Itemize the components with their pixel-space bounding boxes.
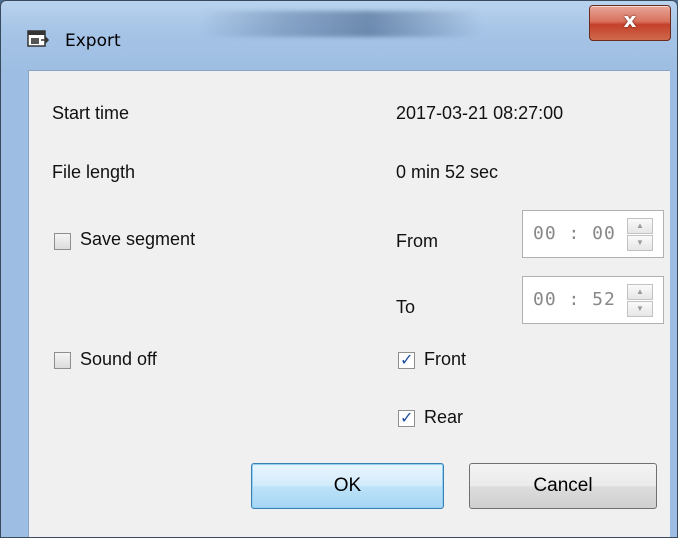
cancel-button[interactable]: Cancel — [469, 463, 657, 509]
sound-off-label[interactable]: Sound off — [80, 349, 157, 370]
from-time-input[interactable]: 00 : 00 ▲ ▼ — [522, 210, 664, 258]
title-bar[interactable]: Export x — [1, 1, 677, 51]
close-button[interactable]: x — [589, 5, 671, 41]
to-time-value: 00 : 52 — [533, 289, 616, 310]
close-icon: x — [623, 8, 637, 32]
from-time-value: 00 : 00 — [533, 223, 616, 244]
title-bar-background — [201, 11, 481, 37]
chevron-down-icon[interactable]: ▼ — [627, 301, 653, 317]
front-checkbox[interactable] — [398, 350, 415, 369]
file-length-label: File length — [52, 162, 136, 182]
chevron-up-icon[interactable]: ▲ — [627, 284, 653, 300]
to-time-input[interactable]: 00 : 52 ▲ ▼ — [522, 276, 664, 324]
from-label: From — [396, 231, 438, 251]
to-label: To — [396, 297, 416, 317]
export-window-icon — [27, 30, 49, 47]
front-label[interactable]: Front — [424, 349, 466, 370]
to-time-spinner[interactable]: ▲ ▼ — [627, 284, 653, 318]
file-length-value: 0 min 52 sec — [396, 162, 499, 182]
export-dialog: Export x Start time 2017-03-21 08:27:00 … — [0, 0, 678, 538]
window-title: Export — [65, 31, 121, 51]
chevron-down-icon[interactable]: ▼ — [627, 235, 653, 251]
save-segment-label[interactable]: Save segment — [80, 229, 195, 250]
start-time-value: 2017-03-21 08:27:00 — [396, 103, 564, 123]
chevron-up-icon[interactable]: ▲ — [627, 218, 653, 234]
start-time-label: Start time — [52, 103, 130, 123]
dialog-body: Start time 2017-03-21 08:27:00 File leng… — [28, 70, 670, 537]
ok-button[interactable]: OK — [251, 463, 444, 509]
rear-checkbox[interactable] — [398, 408, 415, 427]
rear-label[interactable]: Rear — [424, 407, 463, 428]
sound-off-checkbox[interactable] — [54, 352, 71, 369]
from-time-spinner[interactable]: ▲ ▼ — [627, 218, 653, 252]
save-segment-checkbox[interactable] — [54, 233, 71, 250]
